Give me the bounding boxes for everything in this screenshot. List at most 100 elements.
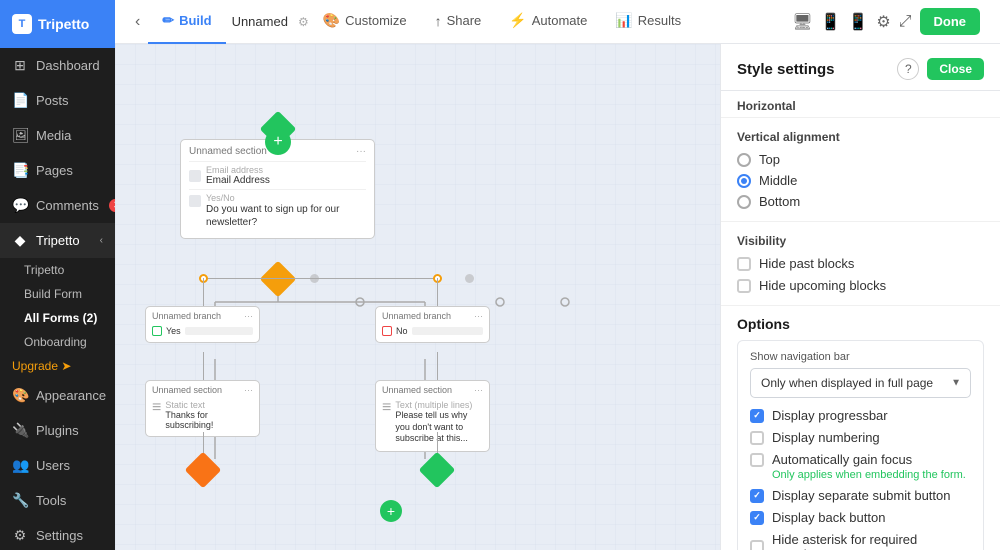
hide-past-box xyxy=(737,257,751,271)
email-field-content: Email address Email Address xyxy=(206,165,270,186)
hide-upcoming-box xyxy=(737,279,751,293)
sidebar-item-comments[interactable]: 💬 Comments 3 xyxy=(0,188,115,223)
topbar: ‹ ✏ Build Unnamed ⚙ 🎨 Customize ↑ Share … xyxy=(115,0,1000,44)
customize-tab-icon: 🎨 xyxy=(323,12,340,29)
yes-section-header: Unnamed section ··· xyxy=(152,385,253,395)
sidebar-sub-build-form[interactable]: Build Form xyxy=(0,282,115,306)
add-button-top[interactable]: + xyxy=(265,129,291,155)
section-menu-icon[interactable]: ··· xyxy=(356,146,366,157)
options-box: Show navigation bar Only when displayed … xyxy=(737,340,984,550)
separate-submit-checkbox[interactable]: Display separate submit button xyxy=(750,488,971,503)
radio-top-circle xyxy=(737,153,751,167)
progressbar-checkbox[interactable]: Display progressbar xyxy=(750,408,971,423)
sidebar-item-plugins[interactable]: 🔌 Plugins xyxy=(0,413,115,448)
settings-gear-icon[interactable]: ⚙ xyxy=(876,12,890,32)
panel-title: Style settings xyxy=(737,61,835,78)
sidebar-item-users[interactable]: 👥 Users xyxy=(0,448,115,483)
yes-section-bottom[interactable]: Unnamed section ··· ≡ Static text Thanks… xyxy=(145,380,260,437)
yes-branch-section[interactable]: Unnamed branch ··· Yes xyxy=(145,306,260,343)
tab-share[interactable]: ↑ Share xyxy=(421,0,496,44)
panel-help-button[interactable]: ? xyxy=(897,58,919,80)
tab-results[interactable]: 📊 Results xyxy=(601,0,695,44)
hide-past-checkbox[interactable]: Hide past blocks xyxy=(737,256,984,271)
tab-customize[interactable]: 🎨 Customize xyxy=(309,0,421,44)
back-button-checkbox[interactable]: Display back button xyxy=(750,510,971,525)
auto-focus-wrapper: Automatically gain focus Only applies wh… xyxy=(750,452,971,481)
no-section-menu[interactable]: ··· xyxy=(474,385,483,395)
sidebar-item-tools[interactable]: 🔧 Tools xyxy=(0,483,115,518)
logo-text: Tripetto xyxy=(38,16,89,32)
no-section-bottom[interactable]: Unnamed section ··· ≡ Text (multiple lin… xyxy=(375,380,490,452)
flow-canvas[interactable]: Unnamed section ··· Email address Email … xyxy=(115,44,720,550)
no-branch-label: Unnamed branch xyxy=(382,311,451,321)
radio-bottom[interactable]: Bottom xyxy=(737,194,984,209)
content-area: Unnamed section ··· Email address Email … xyxy=(115,44,1000,550)
no-label: No xyxy=(396,326,408,336)
yes-branch-label: Unnamed branch xyxy=(152,311,221,321)
sidebar-item-pages[interactable]: 📑 Pages xyxy=(0,153,115,188)
visibility-section: Visibility Hide past blocks Hide upcomin… xyxy=(721,222,1000,306)
sidebar-upgrade[interactable]: Upgrade ➤ xyxy=(0,354,115,378)
plugins-icon: 🔌 xyxy=(12,422,28,439)
hide-asterisk-box xyxy=(750,540,764,550)
email-field-type: Email address xyxy=(206,165,270,175)
no-branch-section[interactable]: Unnamed branch ··· No xyxy=(375,306,490,343)
thanks-label: Thanks for subscribing! xyxy=(165,410,253,430)
radio-top[interactable]: Top xyxy=(737,152,984,167)
tools-icon: 🔧 xyxy=(12,492,28,509)
sidebar-item-label: Settings xyxy=(36,528,83,543)
desktop-icon[interactable]: 🖥 xyxy=(792,12,812,32)
left-section-vline xyxy=(203,352,204,382)
email-field-node[interactable]: Email address Email Address xyxy=(189,161,366,189)
show-nav-bar-select[interactable]: Only when displayed in full page Always … xyxy=(750,368,971,398)
sidebar-item-label: Comments xyxy=(36,198,99,213)
sidebar-item-media[interactable]: 🖼 Media xyxy=(0,118,115,153)
numbering-checkbox[interactable]: Display numbering xyxy=(750,430,971,445)
sidebar-item-settings[interactable]: ⚙ Settings xyxy=(0,518,115,550)
add-button-bottom-right[interactable]: + xyxy=(380,500,402,522)
posts-icon: 📄 xyxy=(12,92,28,109)
radio-middle[interactable]: Middle xyxy=(737,173,984,188)
center-dot-2 xyxy=(465,274,474,283)
mobile-icon[interactable]: 📱 xyxy=(848,12,868,32)
horizontal-section: Horizontal xyxy=(721,91,1000,118)
sidebar-item-appearance[interactable]: 🎨 Appearance xyxy=(0,378,115,413)
visibility-checkbox-group: Hide past blocks Hide upcoming blocks xyxy=(737,256,984,293)
vertical-alignment-radio-group: Top Middle Bottom xyxy=(737,152,984,209)
yes-branch-menu[interactable]: ··· xyxy=(244,311,253,321)
pages-icon: 📑 xyxy=(12,162,28,179)
sidebar-sub-tripetto[interactable]: Tripetto xyxy=(0,258,115,282)
yes-section-menu[interactable]: ··· xyxy=(244,385,253,395)
sidebar-sub-onboarding[interactable]: Onboarding xyxy=(0,330,115,354)
form-title-settings-icon[interactable]: ⚙ xyxy=(298,15,309,29)
hide-asterisk-checkbox[interactable]: Hide asterisk for required questions xyxy=(750,532,971,550)
thanks-text: Static text Thanks for subscribing! xyxy=(165,400,253,430)
sidebar: T Tripetto ⊞ Dashboard 📄 Posts 🖼 Media 📑… xyxy=(0,0,115,550)
sidebar-item-label: Appearance xyxy=(36,388,106,403)
sidebar-item-tripetto[interactable]: ◆ Tripetto ‹ xyxy=(0,223,115,258)
sidebar-item-dashboard[interactable]: ⊞ Dashboard xyxy=(0,48,115,83)
auto-focus-checkbox[interactable]: Automatically gain focus xyxy=(750,452,971,467)
yes-check-icon xyxy=(152,326,162,336)
sidebar-item-posts[interactable]: 📄 Posts xyxy=(0,83,115,118)
tab-automate[interactable]: ⚡ Automate xyxy=(495,0,601,44)
form-title[interactable]: Unnamed xyxy=(226,14,294,29)
sidebar-item-label: Dashboard xyxy=(36,58,100,73)
tablet-icon[interactable]: 📱 xyxy=(821,12,841,32)
fullscreen-icon[interactable]: ⤢ xyxy=(899,13,912,31)
no-branch-menu[interactable]: ··· xyxy=(474,311,483,321)
dashboard-icon: ⊞ xyxy=(12,57,28,74)
topbar-collapse-button[interactable]: ‹ xyxy=(127,9,148,35)
branch-line-h xyxy=(203,278,438,279)
logo-icon: T xyxy=(12,14,32,34)
yes-no-field-node[interactable]: Yes/No Do you want to sign up for our ne… xyxy=(189,189,366,232)
hide-upcoming-checkbox[interactable]: Hide upcoming blocks xyxy=(737,278,984,293)
tab-build[interactable]: ✏ Build xyxy=(148,0,225,44)
sidebar-sub-all-forms[interactable]: All Forms (2) xyxy=(0,306,115,330)
sidebar-item-label: Users xyxy=(36,458,70,473)
done-button[interactable]: Done xyxy=(920,8,981,35)
progressbar-box xyxy=(750,409,764,423)
panel-close-button[interactable]: Close xyxy=(927,58,984,80)
yes-label: Yes xyxy=(166,326,181,336)
sidebar-item-label: Pages xyxy=(36,163,73,178)
